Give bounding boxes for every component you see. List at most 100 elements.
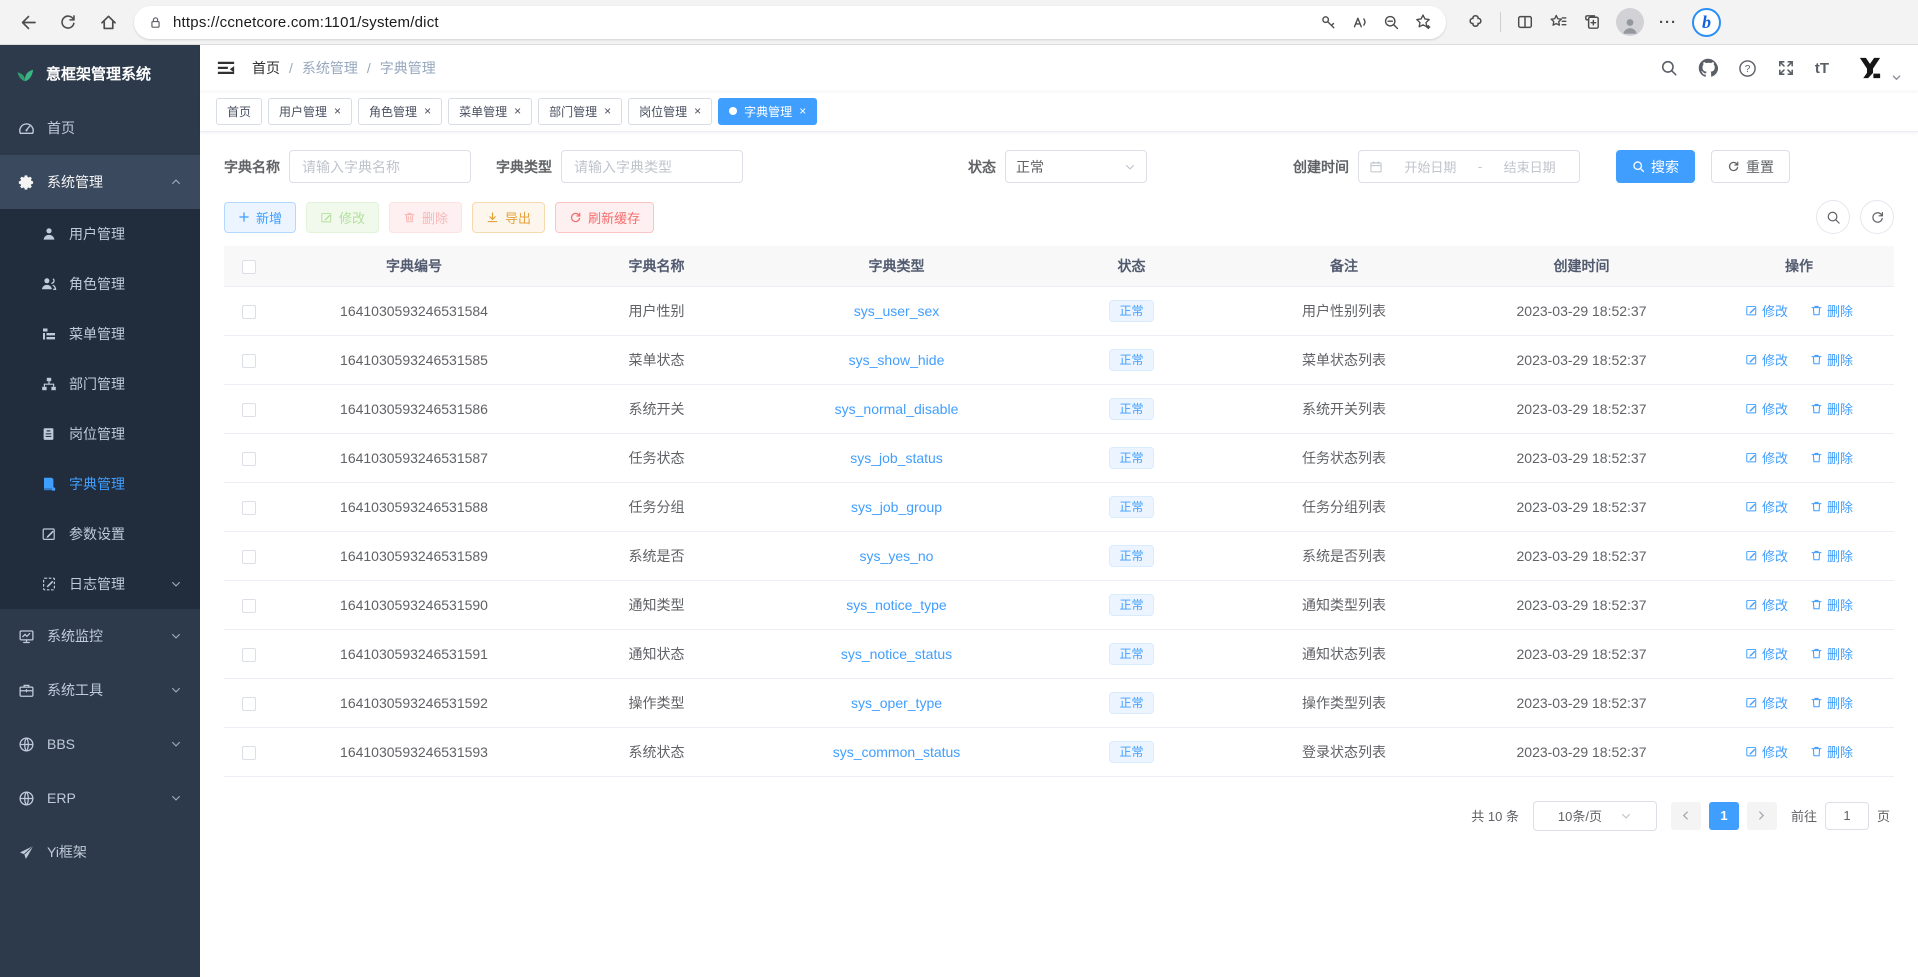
settings-more-icon[interactable]: ··· — [1659, 14, 1677, 31]
dict-type-link[interactable]: sys_show_hide — [849, 352, 945, 368]
sidebar-item-user-mgmt[interactable]: 用户管理 — [0, 209, 200, 259]
dict-name-input[interactable] — [289, 150, 471, 183]
dict-type-link[interactable]: sys_job_group — [851, 499, 942, 515]
row-checkbox[interactable] — [242, 550, 256, 564]
dict-type-link[interactable]: sys_common_status — [833, 744, 961, 760]
github-icon[interactable] — [1698, 58, 1718, 78]
row-delete-link[interactable]: 删除 — [1810, 546, 1853, 565]
tab-menu-mgmt[interactable]: 菜单管理× — [448, 98, 532, 125]
refresh-table-button[interactable] — [1860, 200, 1894, 234]
row-delete-link[interactable]: 删除 — [1810, 693, 1853, 712]
collapse-sidebar-icon[interactable] — [216, 58, 236, 78]
dict-type-link[interactable]: sys_yes_no — [860, 548, 934, 564]
row-edit-link[interactable]: 修改 — [1745, 742, 1788, 761]
zoom-out-icon[interactable] — [1383, 14, 1400, 31]
row-edit-link[interactable]: 修改 — [1745, 644, 1788, 663]
page-size-select[interactable]: 10条/页 — [1533, 801, 1657, 831]
sidebar-item-log-mgmt[interactable]: 日志管理 — [0, 559, 200, 609]
row-checkbox[interactable] — [242, 403, 256, 417]
select-all-checkbox[interactable] — [242, 260, 256, 274]
split-screen-icon[interactable] — [1516, 13, 1534, 31]
browser-home-button[interactable] — [90, 5, 126, 39]
add-button[interactable]: 新增 — [224, 202, 296, 233]
user-menu[interactable] — [1855, 53, 1902, 83]
close-icon[interactable]: × — [514, 105, 521, 117]
row-edit-link[interactable]: 修改 — [1745, 693, 1788, 712]
sidebar-item-home[interactable]: 首页 — [0, 101, 200, 155]
fullscreen-icon[interactable] — [1777, 59, 1795, 77]
sidebar-item-role-mgmt[interactable]: 角色管理 — [0, 259, 200, 309]
row-checkbox[interactable] — [242, 746, 256, 760]
refresh-cache-button[interactable]: 刷新缓存 — [555, 202, 654, 233]
row-checkbox[interactable] — [242, 501, 256, 515]
collections-icon[interactable] — [1583, 13, 1601, 31]
dict-type-link[interactable]: sys_notice_type — [846, 597, 946, 613]
help-icon[interactable]: ? — [1738, 59, 1757, 78]
sidebar-item-tools[interactable]: 系统工具 — [0, 663, 200, 717]
row-edit-link[interactable]: 修改 — [1745, 497, 1788, 516]
dict-type-input[interactable] — [561, 150, 743, 183]
sidebar-item-post-mgmt[interactable]: 岗位管理 — [0, 409, 200, 459]
row-delete-link[interactable]: 删除 — [1810, 448, 1853, 467]
date-range-picker[interactable]: 开始日期 - 结束日期 — [1358, 150, 1580, 183]
sidebar-item-erp[interactable]: ERP — [0, 771, 200, 825]
row-delete-link[interactable]: 删除 — [1810, 644, 1853, 663]
row-checkbox[interactable] — [242, 697, 256, 711]
tab-user-mgmt[interactable]: 用户管理× — [268, 98, 352, 125]
sidebar-item-yi-framework[interactable]: Yi框架 — [0, 825, 200, 879]
export-button[interactable]: 导出 — [472, 202, 545, 233]
password-key-icon[interactable] — [1320, 14, 1337, 31]
goto-page-input[interactable] — [1825, 802, 1869, 830]
row-edit-link[interactable]: 修改 — [1745, 448, 1788, 467]
extensions-icon[interactable] — [1466, 13, 1485, 32]
next-page-button[interactable] — [1747, 802, 1777, 830]
row-edit-link[interactable]: 修改 — [1745, 546, 1788, 565]
row-checkbox[interactable] — [242, 452, 256, 466]
dict-type-link[interactable]: sys_normal_disable — [835, 401, 959, 417]
tab-home[interactable]: 首页 — [216, 98, 262, 125]
tab-dict-mgmt[interactable]: 字典管理× — [718, 98, 817, 125]
show-search-toggle-button[interactable] — [1816, 200, 1850, 234]
search-button[interactable]: 搜索 — [1616, 150, 1695, 183]
close-icon[interactable]: × — [424, 105, 431, 117]
sidebar-item-param-settings[interactable]: 参数设置 — [0, 509, 200, 559]
sidebar-item-dept-mgmt[interactable]: 部门管理 — [0, 359, 200, 409]
row-delete-link[interactable]: 删除 — [1810, 399, 1853, 418]
tab-dept-mgmt[interactable]: 部门管理× — [538, 98, 622, 125]
row-checkbox[interactable] — [242, 354, 256, 368]
row-edit-link[interactable]: 修改 — [1745, 301, 1788, 320]
sidebar-item-monitor[interactable]: 系统监控 — [0, 609, 200, 663]
close-icon[interactable]: × — [694, 105, 701, 117]
dict-type-link[interactable]: sys_job_status — [850, 450, 943, 466]
favorites-icon[interactable] — [1549, 13, 1568, 31]
dict-type-link[interactable]: sys_notice_status — [841, 646, 952, 662]
row-delete-link[interactable]: 删除 — [1810, 350, 1853, 369]
delete-button[interactable]: 删除 — [389, 202, 462, 233]
sidebar-item-dict-mgmt[interactable]: 字典管理 — [0, 459, 200, 509]
dict-type-link[interactable]: sys_oper_type — [851, 695, 942, 711]
sidebar-item-menu-mgmt[interactable]: 菜单管理 — [0, 309, 200, 359]
row-checkbox[interactable] — [242, 648, 256, 662]
breadcrumb-home[interactable]: 首页 — [252, 58, 280, 78]
font-size-icon[interactable]: tT — [1815, 60, 1829, 77]
address-bar[interactable]: https://ccnetcore.com:1101/system/dict — [134, 6, 1446, 39]
tab-post-mgmt[interactable]: 岗位管理× — [628, 98, 712, 125]
row-delete-link[interactable]: 删除 — [1810, 595, 1853, 614]
read-aloud-icon[interactable] — [1351, 14, 1369, 31]
status-select[interactable]: 正常 — [1005, 150, 1147, 183]
search-icon[interactable] — [1660, 59, 1678, 77]
sidebar-item-bbs[interactable]: BBS — [0, 717, 200, 771]
edit-button[interactable]: 修改 — [306, 202, 379, 233]
row-edit-link[interactable]: 修改 — [1745, 350, 1788, 369]
row-edit-link[interactable]: 修改 — [1745, 595, 1788, 614]
profile-avatar[interactable] — [1616, 8, 1644, 36]
row-delete-link[interactable]: 删除 — [1810, 301, 1853, 320]
close-icon[interactable]: × — [604, 105, 611, 117]
browser-back-button[interactable] — [10, 5, 46, 39]
browser-refresh-button[interactable] — [50, 5, 86, 39]
row-checkbox[interactable] — [242, 305, 256, 319]
row-checkbox[interactable] — [242, 599, 256, 613]
row-edit-link[interactable]: 修改 — [1745, 399, 1788, 418]
prev-page-button[interactable] — [1671, 802, 1701, 830]
close-icon[interactable]: × — [799, 105, 806, 117]
